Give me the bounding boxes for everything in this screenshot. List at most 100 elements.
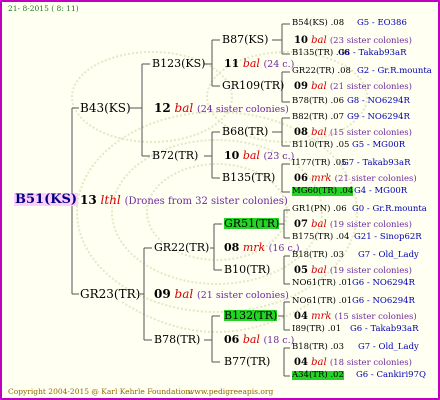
- queen-gr22[interactable]: GR22(TR): [154, 242, 209, 253]
- root-queen-name[interactable]: B51(KS): [14, 193, 79, 206]
- queen-gr51[interactable]: GR51(TR): [224, 218, 280, 229]
- leaf-row[interactable]: B110(TR) .05: [292, 141, 349, 150]
- queen-b77[interactable]: B77(TR): [224, 356, 270, 367]
- leaf-row[interactable]: B18(TR) .03: [292, 343, 344, 352]
- leaf-name: GR22(TR): [292, 66, 335, 76]
- leaf-label: G6 - Takab93aR: [350, 324, 419, 334]
- leaf-row[interactable]: I177(TR) .05: [292, 159, 347, 168]
- queen-number: 09: [294, 81, 308, 92]
- leaf-name: B110(TR): [292, 140, 334, 150]
- leaf-label: G4 - MG00R: [354, 186, 408, 196]
- queen-b87[interactable]: B87(KS): [222, 34, 268, 45]
- mating: mrk: [242, 241, 266, 254]
- leaf-num: .08: [330, 18, 345, 28]
- leaf-name: I89(TR): [292, 324, 325, 334]
- leaf-row[interactable]: NO61(TR) .01: [292, 297, 352, 306]
- leaf-num: .05: [335, 140, 350, 150]
- leaf-label: G8 - NO6294R: [347, 96, 410, 106]
- leaf-row[interactable]: NO61(TR) .01: [292, 279, 352, 288]
- colonies: (15 sister colonies): [334, 312, 417, 322]
- leaf-num: .07: [330, 112, 344, 122]
- mating: bal: [242, 57, 260, 70]
- queen-b72[interactable]: B72(TR): [152, 150, 198, 161]
- leaf-name: B54(KS): [292, 18, 328, 28]
- colonies: (18 c.): [263, 335, 295, 346]
- leaf-name: B135(TR): [292, 48, 334, 58]
- website-link[interactable]: www.pedigreeapis.org: [188, 388, 273, 396]
- queen-number: 10: [294, 35, 308, 46]
- queen-gr51-info: 07 bal (19 sister colonies): [294, 220, 412, 230]
- leaf-row[interactable]: B18(TR) .03: [292, 251, 344, 260]
- mating: mrk: [311, 311, 332, 322]
- leaf-num: .06: [330, 96, 344, 106]
- leaf-row[interactable]: B175(TR) .04: [292, 233, 349, 242]
- queen-b123-info: 11 bal (24 c.): [224, 58, 294, 70]
- colonies: (18 sister colonies): [329, 358, 412, 368]
- queen-b123[interactable]: B123(KS): [152, 58, 205, 69]
- leaf-row[interactable]: MG60(TR) .04: [292, 187, 354, 196]
- queen-number: 04: [294, 357, 308, 368]
- leaf-label: G2 - Gr.R.mounta: [357, 66, 432, 76]
- mating: bal: [311, 127, 327, 138]
- queen-b78[interactable]: B78(TR): [154, 334, 200, 345]
- leaf-label: G8 - Takab93aR: [338, 48, 407, 58]
- colonies: (24 c.): [263, 59, 295, 70]
- queen-number: 08: [224, 241, 240, 254]
- colonies: (23 c.): [263, 151, 295, 162]
- leaf-name: A34(TR): [292, 370, 328, 380]
- queen-b68[interactable]: B68(TR): [222, 126, 268, 137]
- leaf-num: .01: [338, 296, 353, 306]
- leaf-name: NO61(TR): [292, 278, 336, 288]
- root-mating: lthl: [100, 193, 121, 207]
- leaf-row[interactable]: GR1(PN) .06: [292, 205, 347, 214]
- leaf-label: G6 - NO6294R: [352, 296, 415, 306]
- queen-b132[interactable]: B132(TR): [224, 310, 278, 321]
- leaf-row[interactable]: B54(KS) .08: [292, 19, 344, 28]
- leaf-label: G7 - Old_Lady: [358, 342, 419, 352]
- queen-number: 06: [224, 333, 240, 346]
- root-queen-number: 13: [80, 193, 97, 207]
- mating: bal: [242, 149, 260, 162]
- leaf-label: G6 - Cankiri97Q: [356, 370, 426, 380]
- queen-b135[interactable]: B135(TR): [222, 172, 275, 183]
- leaf-row[interactable]: I89(TR) .01: [292, 325, 341, 334]
- leaf-label: G7 - Takab93aR: [342, 158, 411, 168]
- leaf-num: .01: [327, 324, 342, 334]
- queen-b10[interactable]: B10(TR): [224, 264, 270, 275]
- leaf-num: .08: [337, 66, 351, 76]
- leaf-row[interactable]: GR22(TR) .08: [292, 67, 351, 76]
- queen-number: 10: [224, 149, 240, 162]
- leaf-name: B175(TR): [292, 232, 334, 242]
- leaf-row[interactable]: B78(TR) .06: [292, 97, 344, 106]
- leaf-label: G21 - Sinop62R: [354, 232, 422, 242]
- queen-number: 07: [294, 219, 308, 230]
- colonies: (19 sister colonies): [329, 266, 412, 276]
- queen-number: 06: [294, 173, 308, 184]
- colonies: (15 sister colonies): [329, 128, 412, 138]
- leaf-row[interactable]: A34(TR) .02: [292, 371, 344, 380]
- queen-number: 12: [154, 101, 171, 115]
- leaf-name: B18(TR): [292, 342, 328, 352]
- mating: bal: [311, 265, 327, 276]
- queen-b43-info: 12 bal (24 sister colonies): [154, 102, 289, 115]
- root-colonies: (Drones from 32 sister colonies): [124, 196, 288, 207]
- mating: bal: [311, 35, 327, 46]
- leaf-name: NO61(TR): [292, 296, 336, 306]
- leaf-name: GR1(PN): [292, 204, 331, 214]
- queen-number: 09: [154, 287, 171, 301]
- queen-b87-info: 10 bal (23 sister colonies): [294, 36, 412, 46]
- queen-gr109[interactable]: GR109(TR): [222, 80, 284, 91]
- mating: bal: [311, 357, 327, 368]
- queen-gr23[interactable]: GR23(TR): [80, 288, 140, 300]
- leaf-num: .03: [330, 342, 344, 352]
- leaf-num: .01: [338, 278, 353, 288]
- queen-b10-info: 05 bal (19 sister colonies): [294, 266, 412, 276]
- queen-gr22-info: 08 mrk (16 c.): [224, 242, 300, 254]
- queen-b43[interactable]: B43(KS): [80, 102, 131, 114]
- mating: bal: [174, 101, 194, 115]
- leaf-name: B82(TR): [292, 112, 328, 122]
- mating: bal: [311, 81, 327, 92]
- colonies: (21 sister colonies): [329, 82, 412, 92]
- pedigree-frame: 21- 8-2015 ( 8: 11) B51(KS) 13 lthl (Dro…: [0, 0, 440, 400]
- leaf-row[interactable]: B82(TR) .07: [292, 113, 344, 122]
